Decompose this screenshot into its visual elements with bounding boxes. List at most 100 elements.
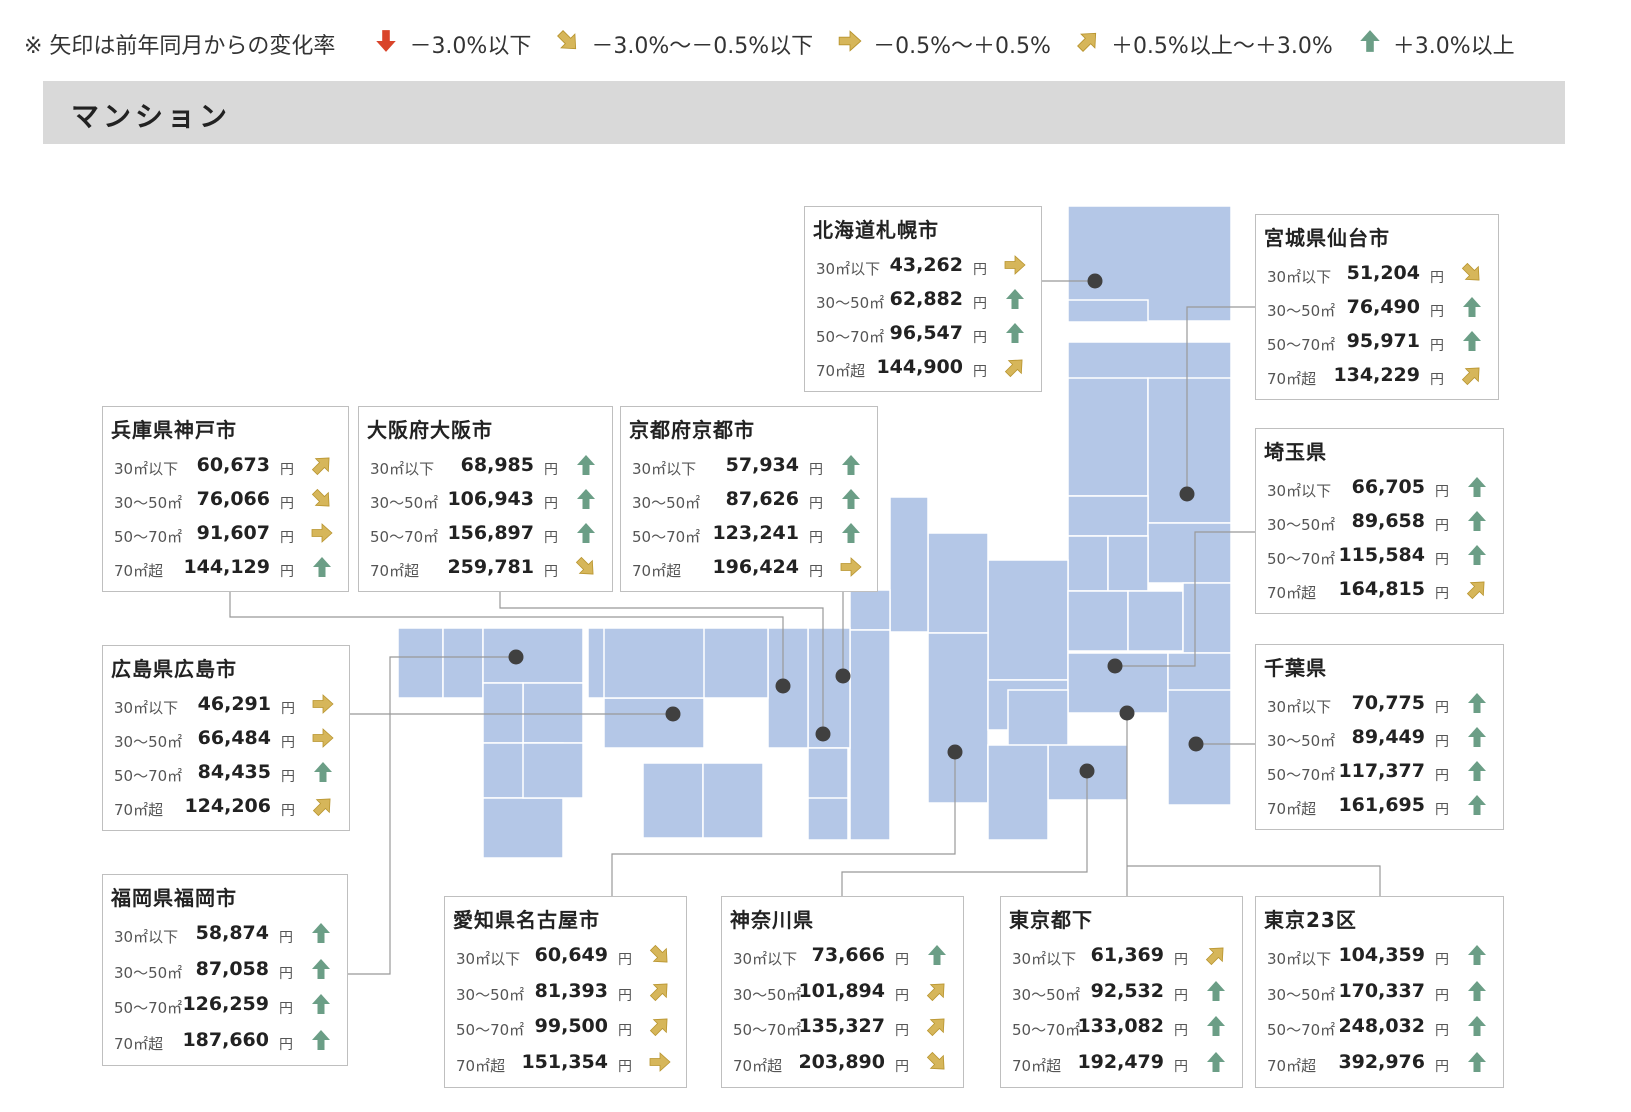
arrow-up-icon <box>309 957 333 981</box>
arrow-up-right-icon <box>1465 577 1489 601</box>
arrow-up-icon <box>839 487 863 511</box>
size-label: 70㎡超 <box>114 801 164 819</box>
yen-unit: 円 <box>279 965 293 982</box>
rent-value: 187,660 <box>182 1028 269 1051</box>
size-label: 30㎡以下 <box>816 260 881 278</box>
rent-row: 30～50㎡ 87,626 円 <box>621 485 877 515</box>
rent-value: 196,424 <box>712 556 799 578</box>
rent-row: 50～70㎡ 99,500 円 <box>445 1012 686 1042</box>
rent-value: 91,607 <box>196 522 270 544</box>
rent-value: 60,673 <box>196 454 270 476</box>
yen-unit: 円 <box>1435 987 1449 1004</box>
rent-value: 99,500 <box>534 1015 608 1037</box>
region-name: 大阪府大阪市 <box>367 418 493 442</box>
rent-row: 50～70㎡ 84,435 円 <box>103 758 349 788</box>
map-region-block <box>482 797 564 859</box>
rent-value: 76,490 <box>1346 296 1420 318</box>
size-label: 50～70㎡ <box>1267 1021 1336 1039</box>
size-label: 30～50㎡ <box>1267 985 1336 1004</box>
map-region-block <box>642 762 704 839</box>
arrow-up-icon <box>1465 543 1489 567</box>
arrow-up-icon <box>309 921 333 945</box>
arrow-up-icon <box>574 521 598 545</box>
yen-unit: 円 <box>280 462 294 478</box>
rent-value: 161,695 <box>1338 794 1425 816</box>
yen-unit: 円 <box>1435 1023 1449 1039</box>
yen-unit: 円 <box>1435 700 1449 716</box>
city-marker <box>665 706 681 722</box>
map-region-block <box>442 627 484 699</box>
yen-unit: 円 <box>895 987 909 1004</box>
arrow-up-icon <box>309 1028 333 1052</box>
rent-row: 70㎡超 196,424 円 <box>621 553 877 583</box>
region-name: 福岡県福岡市 <box>111 886 237 910</box>
size-label: 30㎡以下 <box>632 460 697 478</box>
rent-row: 30～50㎡ 89,658 円 <box>1256 507 1503 537</box>
rent-row: 50～70㎡ 117,377 円 <box>1256 757 1503 787</box>
size-label: 70㎡超 <box>816 362 866 380</box>
rent-value: 81,393 <box>534 979 608 1002</box>
size-label: 30㎡以下 <box>1267 482 1332 500</box>
size-label: 30㎡以下 <box>114 928 179 946</box>
arrow-up-right-icon <box>1460 363 1484 387</box>
map-region-block <box>522 682 584 744</box>
rent-value: 92,532 <box>1090 979 1164 1002</box>
map-region-block <box>702 762 764 839</box>
size-label: 30～50㎡ <box>1012 985 1081 1004</box>
rent-value: 134,229 <box>1333 364 1420 386</box>
map-region-block <box>807 747 849 804</box>
rent-value: 66,484 <box>197 727 271 749</box>
arrow-up-icon <box>311 760 335 784</box>
size-label: 50～70㎡ <box>1267 766 1336 784</box>
size-label: 70㎡超 <box>1267 1056 1317 1075</box>
map-region-block <box>849 589 891 631</box>
size-label: 30～50㎡ <box>114 733 183 751</box>
arrow-up-icon <box>1003 321 1027 345</box>
rent-value: 101,894 <box>798 979 885 1002</box>
rent-row: 30㎡以下 43,262 円 <box>805 251 1041 281</box>
yen-unit: 円 <box>618 1023 632 1039</box>
rent-row: 30～50㎡ 106,943 円 <box>359 485 612 515</box>
rent-value: 104,359 <box>1338 944 1425 966</box>
rent-value: 164,815 <box>1338 578 1425 600</box>
rent-row: 70㎡超 144,900 円 <box>805 353 1041 383</box>
yen-unit: 円 <box>973 296 987 312</box>
rent-value: 62,882 <box>889 288 963 310</box>
arrow-up-right-icon <box>1204 943 1228 967</box>
map-region-block <box>603 627 705 699</box>
rent-row: 50～70㎡ 126,259 円 <box>103 990 347 1020</box>
rent-row: 30㎡以下 61,369 円 <box>1001 941 1242 971</box>
size-label: 70㎡超 <box>1267 584 1317 602</box>
rent-row: 70㎡超 124,206 円 <box>103 792 349 822</box>
region-name: 京都府京都市 <box>629 418 755 442</box>
arrow-down-right-icon <box>648 943 672 967</box>
yen-unit: 円 <box>1430 372 1444 388</box>
size-label: 50～70㎡ <box>114 999 183 1017</box>
arrow-up-icon <box>574 487 598 511</box>
rent-row: 30㎡以下 51,204 円 <box>1256 259 1498 289</box>
yen-unit: 円 <box>618 987 632 1004</box>
map-region-block <box>987 559 1069 681</box>
city-marker <box>1179 486 1195 502</box>
yen-unit: 円 <box>544 530 558 546</box>
map-region-block <box>927 632 989 804</box>
map-region-block <box>1067 377 1149 497</box>
rent-row: 50～70㎡ 133,082 円 <box>1001 1012 1242 1042</box>
yen-unit: 円 <box>280 496 294 512</box>
arrow-up-icon <box>1465 475 1489 499</box>
map-region-block <box>1127 590 1184 652</box>
rent-value: 248,032 <box>1338 1015 1425 1037</box>
rent-row: 30～50㎡ 92,532 円 <box>1001 977 1242 1007</box>
arrow-up-icon <box>925 943 949 967</box>
map-region-block <box>1182 582 1232 654</box>
rent-value: 117,377 <box>1338 760 1425 782</box>
rent-value: 126,259 <box>182 993 269 1015</box>
yen-unit: 円 <box>1174 952 1188 968</box>
rent-value: 89,449 <box>1351 726 1425 748</box>
yen-unit: 円 <box>809 530 823 546</box>
map-region-block <box>1067 590 1129 652</box>
size-label: 30㎡以下 <box>1267 268 1332 286</box>
rent-row: 50～70㎡ 91,607 円 <box>103 519 348 549</box>
size-label: 50～70㎡ <box>370 528 439 546</box>
arrow-up-icon <box>1465 725 1489 749</box>
